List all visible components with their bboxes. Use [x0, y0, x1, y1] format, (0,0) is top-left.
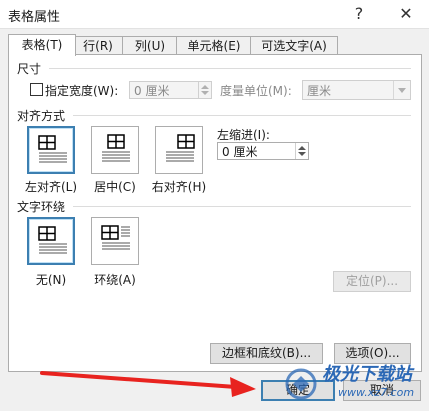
preferred-width-checkbox[interactable] — [30, 83, 43, 96]
watermark-text: 极光下载站 — [322, 364, 412, 385]
wrap-around-label: 环绕(A) — [94, 273, 136, 287]
preferred-width-value: 0 厘米 — [134, 84, 170, 98]
measure-in-select[interactable]: 厘米 — [302, 80, 411, 100]
help-icon[interactable]: ? — [345, 2, 373, 26]
align-left-label: 左对齐(L) — [24, 180, 78, 194]
align-left-icon — [38, 135, 67, 163]
wrap-none-label: 无(N) — [35, 273, 67, 287]
align-right-option[interactable] — [155, 126, 203, 174]
watermark-url: www.xz7.com — [338, 386, 415, 399]
preferred-width-spinner[interactable]: 0 厘米 — [129, 81, 212, 99]
tab-alt-text[interactable]: 可选文字(A) — [250, 36, 338, 55]
alignment-divider — [73, 115, 411, 116]
indent-value: 0 厘米 — [222, 145, 258, 159]
size-section-title: 尺寸 — [17, 62, 42, 76]
window-title: 表格属性 — [8, 10, 61, 25]
title-bar: 表格属性 ? ✕ — [0, 0, 429, 29]
positioning-button[interactable]: 定位(P)... — [333, 271, 411, 292]
align-center-option[interactable] — [91, 126, 139, 174]
spinner-arrows-icon[interactable] — [295, 143, 308, 159]
tab-cell[interactable]: 单元格(E) — [176, 36, 252, 55]
indent-label: 左缩进(I): — [217, 128, 270, 142]
align-right-label: 右对齐(H) — [151, 180, 207, 194]
indent-spinner[interactable]: 0 厘米 — [217, 142, 309, 160]
size-divider — [49, 68, 411, 69]
spinner-arrows-icon[interactable] — [198, 82, 211, 98]
text-wrapping-section-title: 文字环绕 — [17, 200, 66, 214]
alignment-section-title: 对齐方式 — [17, 109, 66, 123]
align-left-option[interactable] — [27, 126, 75, 174]
close-icon[interactable]: ✕ — [392, 2, 420, 26]
chevron-down-icon[interactable] — [393, 81, 410, 99]
wrap-none-icon — [38, 226, 67, 254]
measure-in-value: 厘米 — [307, 84, 332, 98]
tab-column[interactable]: 列(U) — [122, 36, 178, 55]
wrap-none-option[interactable] — [27, 217, 75, 265]
preferred-width-label: 指定宽度(W): — [45, 84, 119, 98]
tab-table[interactable]: 表格(T) — [8, 34, 76, 56]
align-center-icon — [102, 134, 130, 162]
wrap-around-option[interactable] — [91, 217, 139, 265]
measure-in-label: 度量单位(M): — [220, 84, 292, 98]
align-right-icon — [166, 134, 195, 162]
align-center-label: 居中(C) — [94, 180, 136, 194]
tab-row[interactable]: 行(R) — [72, 36, 124, 55]
text-wrapping-divider — [73, 206, 411, 207]
table-tab-panel: 尺寸 指定宽度(W): 0 厘米 度量单位(M): 厘米 对齐方式 左对齐(L) — [8, 54, 422, 372]
annotation-arrow-icon — [40, 371, 256, 397]
wrap-around-icon — [101, 225, 130, 250]
